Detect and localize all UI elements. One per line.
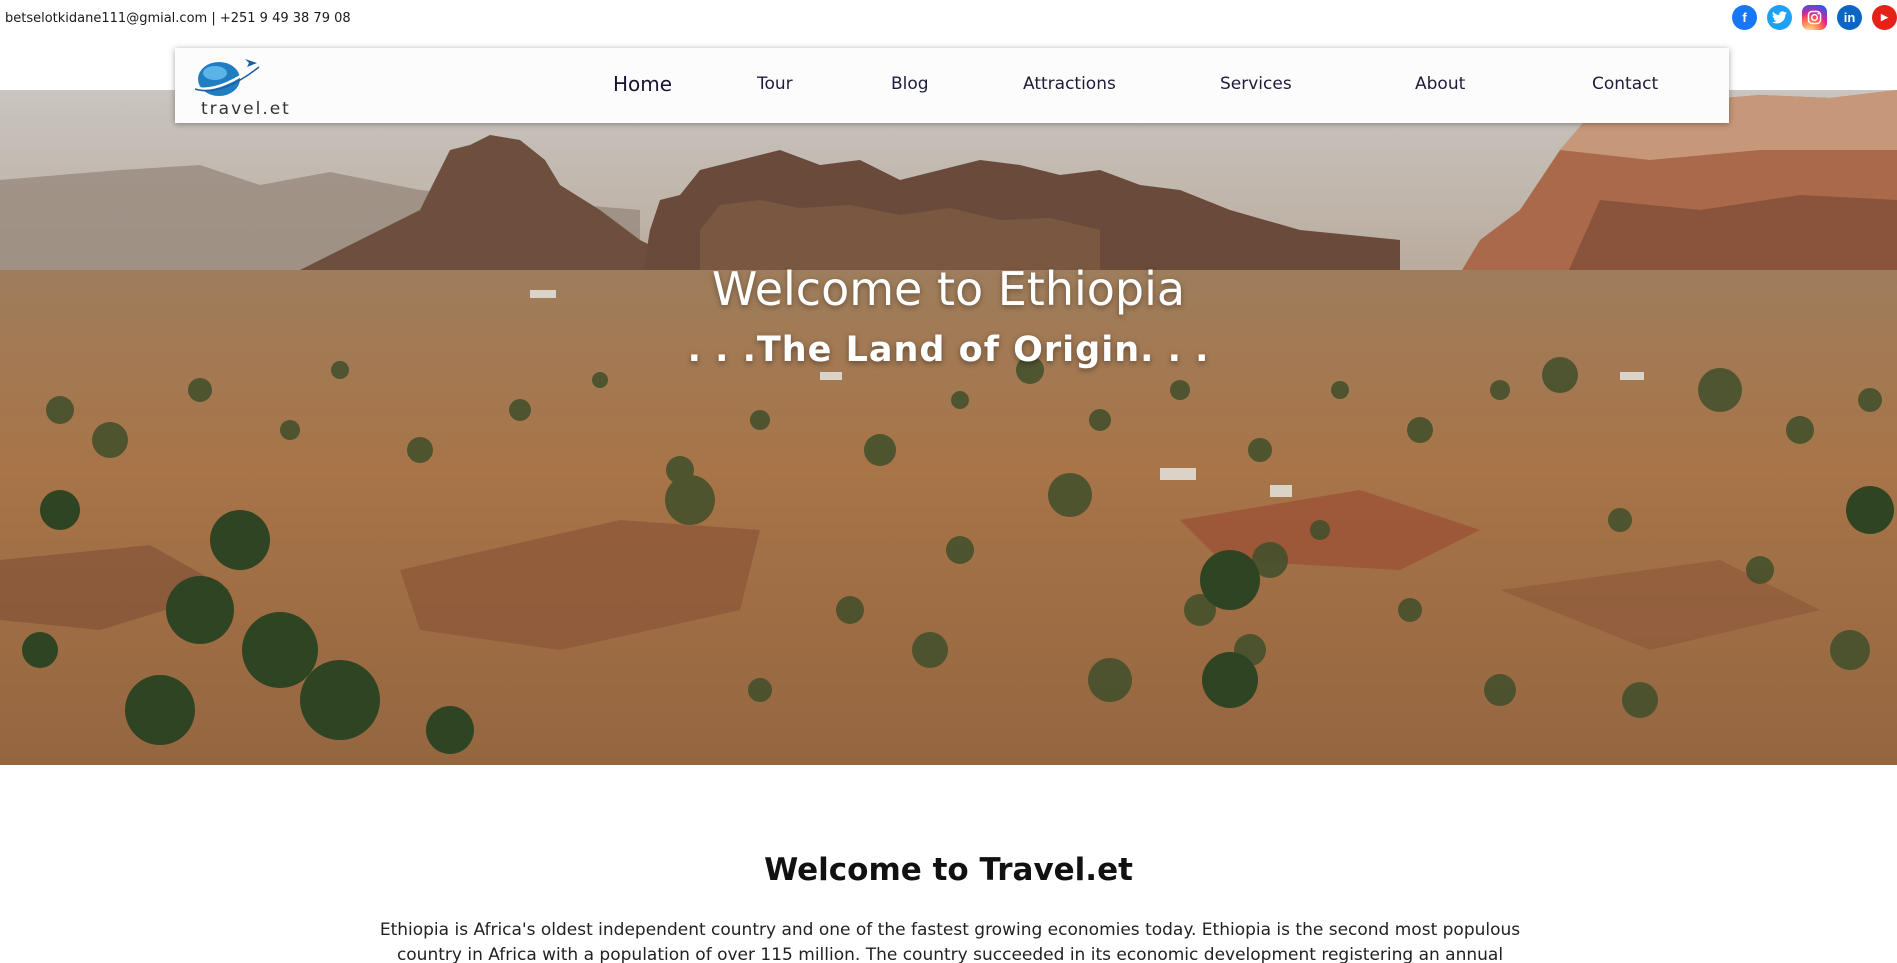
nav-home[interactable]: Home <box>613 72 672 96</box>
hero-title: Welcome to Ethiopia <box>711 262 1186 316</box>
logo-text: travel.et <box>201 99 291 119</box>
site-logo[interactable]: travel.et <box>187 53 289 121</box>
globe-plane-icon <box>192 59 260 96</box>
linkedin-icon[interactable]: in <box>1837 5 1862 30</box>
contact-info: betselotkidane111@gmial.com | +251 9 49 … <box>5 11 351 26</box>
intro-title: Welcome to Travel.et <box>764 852 1133 888</box>
nav-about[interactable]: About <box>1415 74 1465 94</box>
hero-subtitle: . . .The Land of Origin. . . <box>687 330 1210 370</box>
nav-attractions[interactable]: Attractions <box>1023 74 1116 94</box>
nav-blog[interactable]: Blog <box>891 74 929 94</box>
nav-services[interactable]: Services <box>1220 74 1292 94</box>
landscape-illustration <box>0 90 1897 765</box>
twitter-icon[interactable] <box>1767 5 1792 30</box>
facebook-icon[interactable]: f <box>1732 5 1757 30</box>
intro-text: Ethiopia is Africa's oldest independent … <box>379 920 1521 963</box>
social-links: f in ▶ <box>1732 5 1897 30</box>
top-contact-bar: betselotkidane111@gmial.com | +251 9 49 … <box>0 0 1897 40</box>
instagram-icon[interactable] <box>1802 5 1827 30</box>
nav-contact[interactable]: Contact <box>1592 74 1658 94</box>
youtube-icon[interactable]: ▶ <box>1872 5 1897 30</box>
main-navbar: travel.et Home Tour Blog Attractions Ser… <box>175 48 1729 123</box>
hero-banner: Welcome to Ethiopia . . .The Land of Ori… <box>0 90 1897 765</box>
nav-tour[interactable]: Tour <box>757 74 793 94</box>
